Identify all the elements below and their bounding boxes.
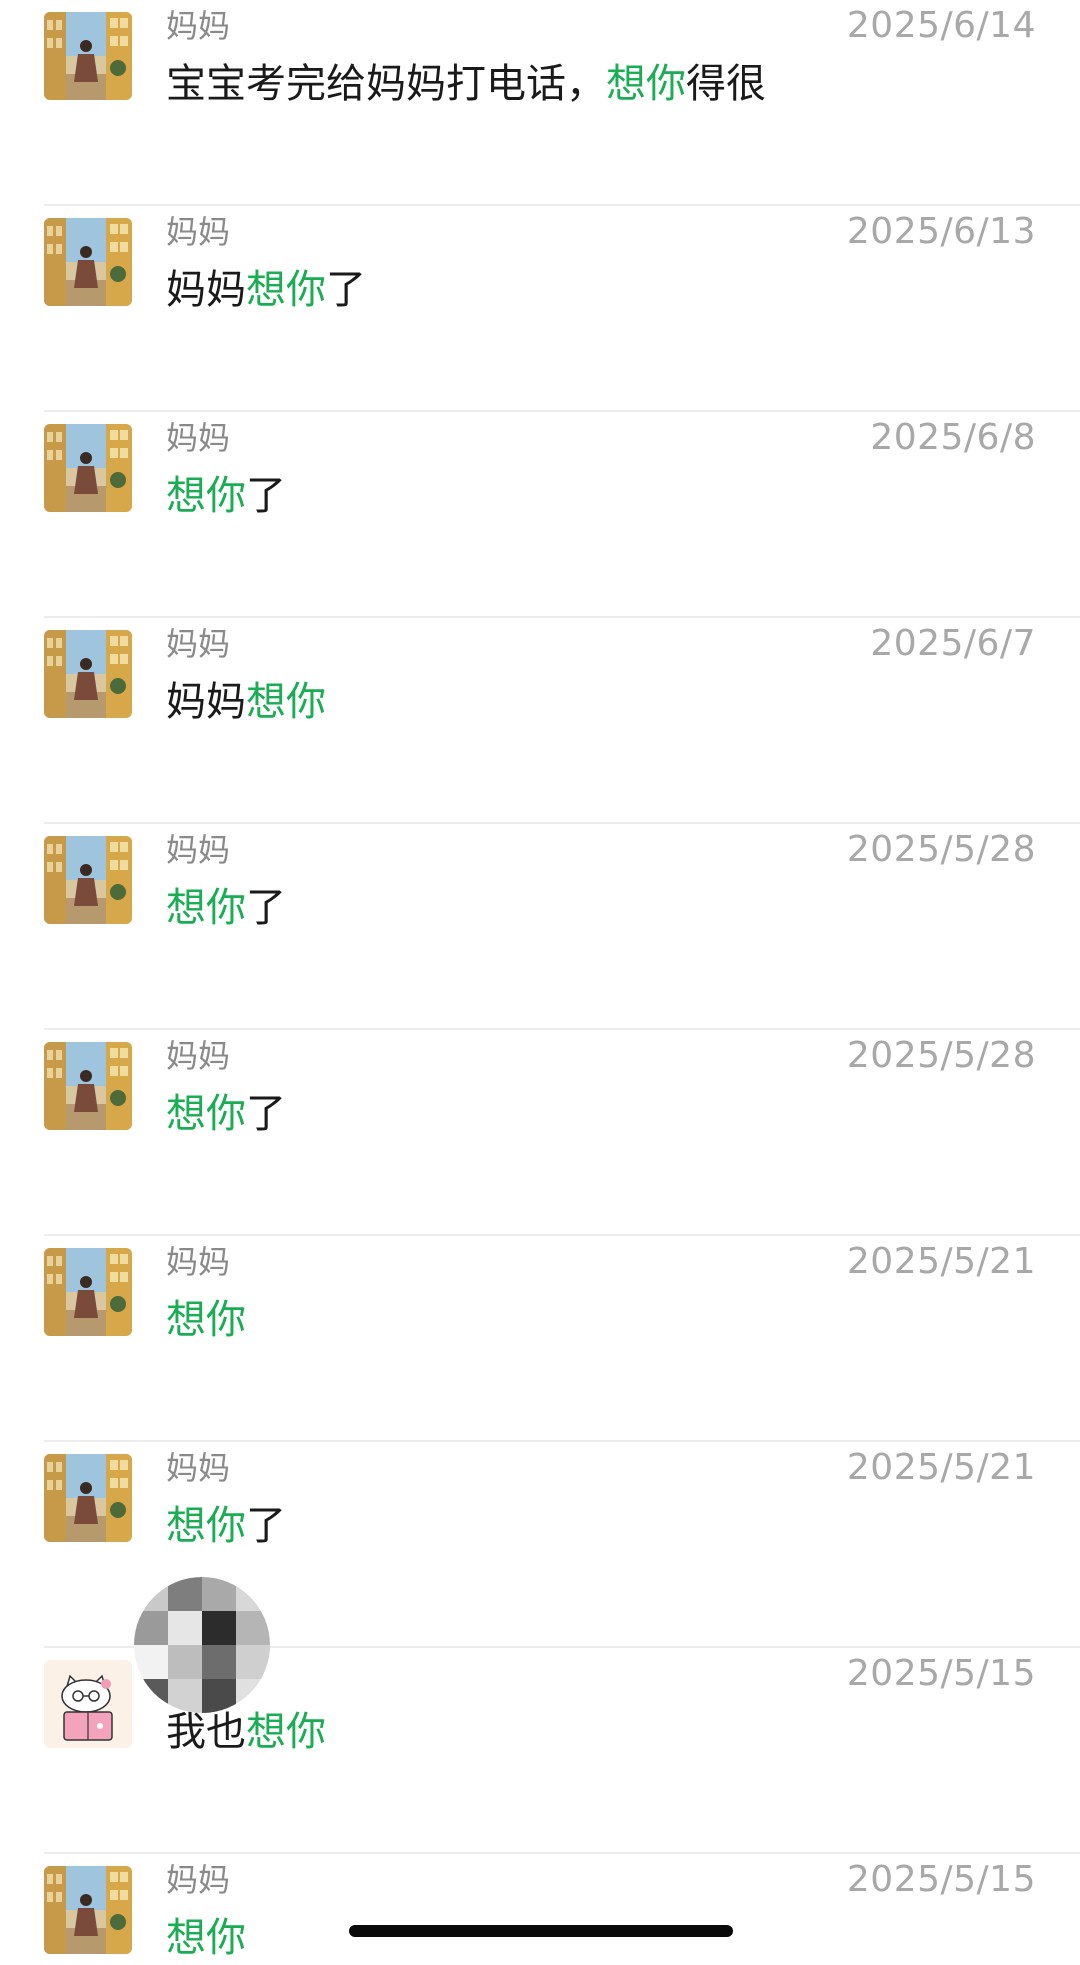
message-date: 2025/5/21 bbox=[846, 1447, 1036, 1488]
chat-search-results-screen: 妈妈 2025/6/14 宝宝考完给妈妈打电话，想你得很 妈妈 2025/6/13 妈妈… bbox=[0, 0, 1080, 1965]
photo-avatar[interactable] bbox=[44, 630, 132, 718]
message-date: 2025/5/28 bbox=[846, 829, 1036, 870]
message-snippet: 宝宝考完给妈妈打电话，想你得很 bbox=[166, 56, 766, 112]
message-snippet: 想你了 bbox=[166, 468, 286, 524]
photo-avatar[interactable] bbox=[44, 218, 132, 306]
message-snippet: 我也想你 bbox=[166, 1704, 326, 1760]
message-text: 了 bbox=[246, 885, 286, 931]
highlighted-keyword: 想你 bbox=[166, 1297, 246, 1343]
cartoon-cat-avatar[interactable] bbox=[44, 1660, 132, 1748]
highlighted-keyword: 想你 bbox=[246, 1709, 326, 1755]
home-indicator-bar[interactable] bbox=[349, 1925, 733, 1937]
message-snippet: 想你了 bbox=[166, 1086, 286, 1142]
photo-avatar[interactable] bbox=[44, 12, 132, 100]
message-snippet: 妈妈想你 bbox=[166, 674, 326, 730]
message-date: 2025/5/21 bbox=[846, 1241, 1036, 1282]
highlighted-keyword: 想你 bbox=[246, 679, 326, 725]
sender-name: 妈妈 bbox=[166, 7, 231, 45]
message-date: 2025/6/14 bbox=[846, 5, 1036, 46]
photo-avatar[interactable] bbox=[44, 424, 132, 512]
message-date: 2025/5/15 bbox=[846, 1653, 1036, 1694]
search-result-row[interactable]: 妈妈 2025/5/28 想你了 bbox=[0, 824, 1080, 1030]
highlighted-keyword: 想你 bbox=[606, 61, 686, 107]
message-text: 了 bbox=[246, 1503, 286, 1549]
photo-avatar[interactable] bbox=[44, 1042, 132, 1130]
message-date: 2025/6/13 bbox=[846, 211, 1036, 252]
message-date: 2025/6/7 bbox=[870, 623, 1036, 664]
message-snippet: 想你 bbox=[166, 1292, 246, 1348]
highlighted-keyword: 想你 bbox=[166, 885, 246, 931]
message-date: 2025/5/28 bbox=[846, 1035, 1036, 1076]
sender-name: 妈妈 bbox=[166, 213, 231, 251]
highlighted-keyword: 想你 bbox=[166, 1091, 246, 1137]
message-text: 妈妈 bbox=[166, 267, 246, 313]
search-result-row[interactable]: 妈妈 2025/6/7 妈妈想你 bbox=[0, 618, 1080, 824]
message-text: 妈妈 bbox=[166, 679, 246, 725]
search-result-row[interactable]: 妈妈 2025/5/21 想你 bbox=[0, 1236, 1080, 1442]
sender-name: 妈妈 bbox=[166, 1243, 231, 1281]
message-snippet: 妈妈想你了 bbox=[166, 262, 366, 318]
search-result-row[interactable]: 妈妈 2025/5/28 想你了 bbox=[0, 1030, 1080, 1236]
photo-avatar[interactable] bbox=[44, 1248, 132, 1336]
search-result-row[interactable]: 妈妈 2025/5/15 想你 bbox=[0, 1854, 1080, 1965]
message-snippet: 想你 bbox=[166, 1910, 246, 1965]
photo-avatar[interactable] bbox=[44, 1866, 132, 1954]
sender-name: 妈妈 bbox=[166, 1449, 231, 1487]
pixelated-redaction bbox=[134, 1577, 270, 1713]
message-text: 我也 bbox=[166, 1709, 246, 1755]
search-result-row[interactable]: 妈妈 2025/6/13 妈妈想你了 bbox=[0, 206, 1080, 412]
message-date: 2025/5/15 bbox=[846, 1859, 1036, 1900]
highlighted-keyword: 想你 bbox=[166, 1503, 246, 1549]
sender-name: 妈妈 bbox=[166, 1861, 231, 1899]
photo-avatar[interactable] bbox=[44, 836, 132, 924]
highlighted-keyword: 想你 bbox=[246, 267, 326, 313]
sender-name: 妈妈 bbox=[166, 419, 231, 457]
highlighted-keyword: 想你 bbox=[166, 1915, 246, 1961]
message-text: 得很 bbox=[686, 61, 766, 107]
search-result-row[interactable]: 妈妈 2025/6/14 宝宝考完给妈妈打电话，想你得很 bbox=[0, 0, 1080, 206]
search-result-row[interactable]: 妈妈 2025/6/8 想你了 bbox=[0, 412, 1080, 618]
message-text: 了 bbox=[246, 1091, 286, 1137]
message-text: 宝宝考完给妈妈打电话， bbox=[166, 61, 606, 107]
message-date: 2025/6/8 bbox=[870, 417, 1036, 458]
message-snippet: 想你了 bbox=[166, 880, 286, 936]
highlighted-keyword: 想你 bbox=[166, 473, 246, 519]
message-text: 了 bbox=[326, 267, 366, 313]
sender-name: 妈妈 bbox=[166, 831, 231, 869]
sender-name: 妈妈 bbox=[166, 1037, 231, 1075]
sender-name: 妈妈 bbox=[166, 625, 231, 663]
message-text: 了 bbox=[246, 473, 286, 519]
message-snippet: 想你了 bbox=[166, 1498, 286, 1554]
photo-avatar[interactable] bbox=[44, 1454, 132, 1542]
